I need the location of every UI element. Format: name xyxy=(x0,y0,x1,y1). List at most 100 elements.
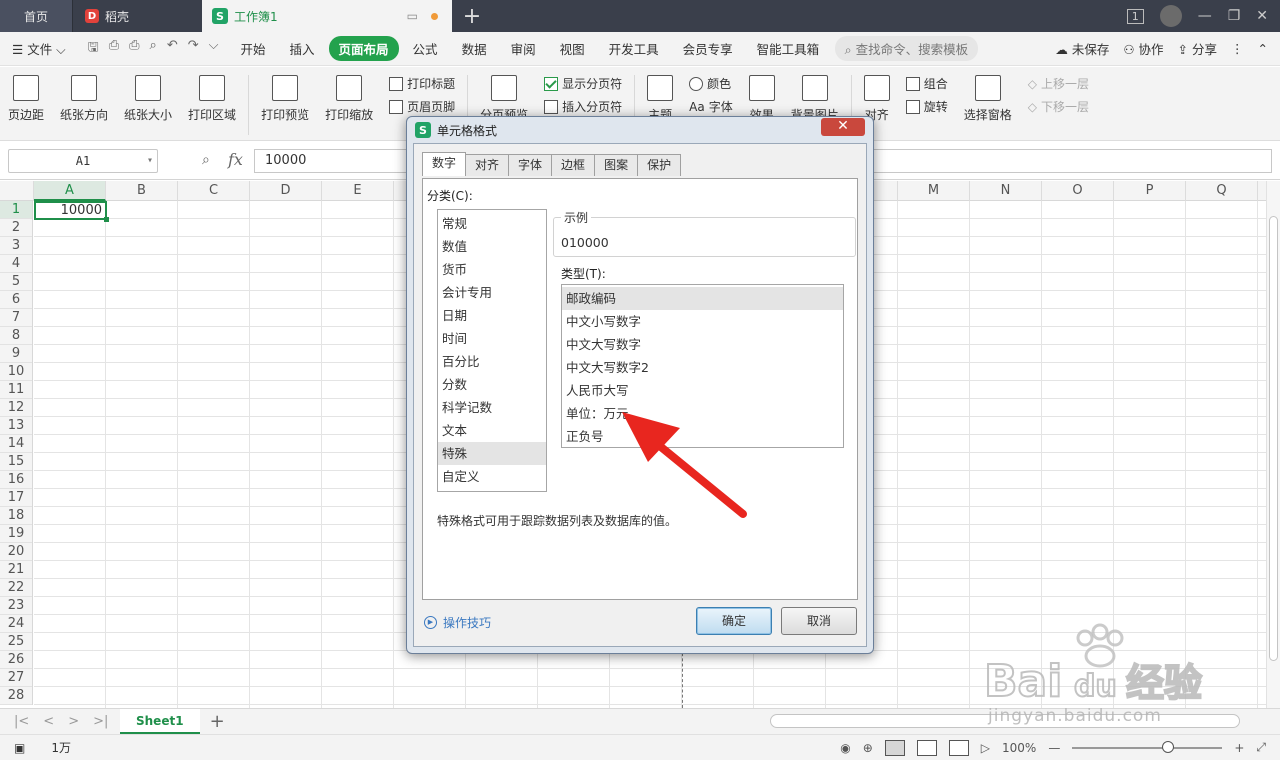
list-item[interactable]: 日期 xyxy=(438,304,546,327)
tab-pattern[interactable]: 图案 xyxy=(594,154,639,176)
column-header-o[interactable]: O xyxy=(1042,181,1114,201)
row-header-11[interactable]: 11 xyxy=(0,381,32,399)
sheet-tab[interactable]: Sheet1 xyxy=(120,709,200,734)
row-header-14[interactable]: 14 xyxy=(0,435,32,453)
paper-size-button[interactable]: 纸张大小 xyxy=(116,75,180,123)
list-item[interactable]: 分数 xyxy=(438,373,546,396)
unsaved-button[interactable]: ☁ 未保存 xyxy=(1055,39,1109,58)
macro-record-icon[interactable]: ▣ xyxy=(14,741,25,755)
dialog-title-bar[interactable]: S 单元格格式 xyxy=(407,117,873,143)
group-button[interactable]: 组合 xyxy=(905,75,948,92)
colors-button[interactable]: 颜色 xyxy=(689,75,733,92)
menu-formula[interactable]: 公式 xyxy=(401,39,450,58)
page-layout-view-icon[interactable] xyxy=(916,739,937,756)
print-icon[interactable]: ⎙ xyxy=(109,38,119,60)
list-item[interactable]: 中文大写数字 xyxy=(562,333,843,356)
row-header-7[interactable]: 7 xyxy=(0,309,32,327)
header-footer-button[interactable]: 页眉页脚 xyxy=(389,98,455,115)
collapse-ribbon-icon[interactable]: ⌃ xyxy=(1258,41,1268,56)
selection-pane-button[interactable]: 选择窗格 xyxy=(956,75,1020,123)
margins-button[interactable]: 页边距 xyxy=(0,75,52,123)
print-scale-button[interactable]: 打印缩放 xyxy=(317,75,381,123)
fullscreen-icon[interactable]: ⤢ xyxy=(1256,740,1266,755)
row-header-1[interactable]: 1 xyxy=(0,201,32,219)
row-header-2[interactable]: 2 xyxy=(0,219,32,237)
row-header-25[interactable]: 25 xyxy=(0,633,32,651)
preview-icon[interactable]: ⌕ xyxy=(150,38,157,60)
undo-icon[interactable]: ↶ xyxy=(167,38,178,60)
share-button[interactable]: ⇪ 分享 xyxy=(1178,39,1217,58)
close-window-icon[interactable]: ✕ xyxy=(1256,8,1268,24)
print-alt-icon[interactable]: ⎙ xyxy=(129,38,139,60)
print-titles-button[interactable]: 打印标题 xyxy=(389,75,455,92)
row-header-28[interactable]: 28 xyxy=(0,687,32,705)
name-box[interactable]: A1 xyxy=(8,149,158,173)
column-header-a[interactable]: A xyxy=(34,181,106,201)
list-item[interactable]: 正负号 xyxy=(562,425,843,448)
row-header-18[interactable]: 18 xyxy=(0,507,32,525)
page-break-view-icon[interactable] xyxy=(948,739,969,756)
menu-page-layout[interactable]: 页面布局 xyxy=(328,36,399,61)
page-indicator-icon[interactable]: 1 xyxy=(1126,8,1144,24)
normal-view-icon[interactable] xyxy=(884,739,905,756)
column-header-d[interactable]: D xyxy=(250,181,322,201)
menu-view[interactable]: 视图 xyxy=(548,39,597,58)
add-sheet-button[interactable]: + xyxy=(200,711,235,732)
play-icon[interactable]: ▷ xyxy=(981,741,990,755)
row-header-20[interactable]: 20 xyxy=(0,543,32,561)
row-header-15[interactable]: 15 xyxy=(0,453,32,471)
tab-border[interactable]: 边框 xyxy=(551,154,596,176)
eye-protection-icon[interactable]: ◉ xyxy=(840,741,850,755)
command-search-input[interactable]: ⌕ 查找命令、搜索模板 xyxy=(834,36,979,61)
home-tab[interactable]: 首页 xyxy=(0,0,72,32)
daoke-tab[interactable]: D 稻壳 xyxy=(72,0,202,32)
row-header-21[interactable]: 21 xyxy=(0,561,32,579)
show-page-breaks-checkbox[interactable]: 显示分页符 xyxy=(544,75,622,92)
select-all-corner[interactable] xyxy=(0,181,34,201)
cell-a1[interactable]: 10000 xyxy=(34,201,109,222)
row-header-3[interactable]: 3 xyxy=(0,237,32,255)
layout-toggle-icon[interactable]: ⊕ xyxy=(863,741,873,755)
file-menu[interactable]: ☰ 文件 ⌵ xyxy=(0,39,78,58)
row-header-26[interactable]: 26 xyxy=(0,651,32,669)
tab-font[interactable]: 字体 xyxy=(508,154,553,176)
row-header-22[interactable]: 22 xyxy=(0,579,32,597)
list-item[interactable]: 数值 xyxy=(438,235,546,258)
collaborate-button[interactable]: ⚇ 协作 xyxy=(1123,39,1163,58)
column-header-c[interactable]: C xyxy=(178,181,250,201)
ok-button[interactable]: 确定 xyxy=(696,607,772,635)
row-header-27[interactable]: 27 xyxy=(0,669,32,687)
column-header-e[interactable]: E xyxy=(322,181,394,201)
customize-icon[interactable]: ⌵ xyxy=(209,38,219,60)
last-sheet-icon[interactable]: >| xyxy=(93,714,108,729)
vertical-scrollbar[interactable] xyxy=(1266,181,1280,708)
redo-icon[interactable]: ↷ xyxy=(188,38,199,60)
list-item[interactable]: 文本 xyxy=(438,419,546,442)
scroll-thumb[interactable] xyxy=(1269,216,1278,661)
zoom-out-icon[interactable]: — xyxy=(1048,741,1060,755)
tab-alignment[interactable]: 对齐 xyxy=(465,154,510,176)
menu-insert[interactable]: 插入 xyxy=(278,39,327,58)
row-header-23[interactable]: 23 xyxy=(0,597,32,615)
list-item[interactable]: 百分比 xyxy=(438,350,546,373)
list-item[interactable]: 中文大写数字2 xyxy=(562,356,843,379)
column-header-n[interactable]: N xyxy=(970,181,1042,201)
list-item[interactable]: 货币 xyxy=(438,258,546,281)
menu-home[interactable]: 开始 xyxy=(229,39,278,58)
column-header-m[interactable]: M xyxy=(898,181,970,201)
row-header-10[interactable]: 10 xyxy=(0,363,32,381)
list-item[interactable]: 人民币大写 xyxy=(562,379,843,402)
list-item[interactable]: 时间 xyxy=(438,327,546,350)
tips-link[interactable]: ▶ 操作技巧 xyxy=(424,614,491,631)
menu-smart-tools[interactable]: 智能工具箱 xyxy=(745,39,829,58)
monitor-icon[interactable]: ▭ xyxy=(407,9,418,23)
print-area-button[interactable]: 打印区域 xyxy=(180,75,244,123)
function-icon[interactable]: fx xyxy=(228,150,243,169)
row-header-12[interactable]: 12 xyxy=(0,399,32,417)
fonts-button[interactable]: Aa 字体 xyxy=(689,98,733,115)
prev-sheet-icon[interactable]: < xyxy=(43,714,54,729)
restore-icon[interactable]: ❐ xyxy=(1228,8,1241,24)
menu-member[interactable]: 会员专享 xyxy=(671,39,745,58)
list-item-selected[interactable]: 邮政编码 xyxy=(562,287,843,310)
row-header-4[interactable]: 4 xyxy=(0,255,32,273)
